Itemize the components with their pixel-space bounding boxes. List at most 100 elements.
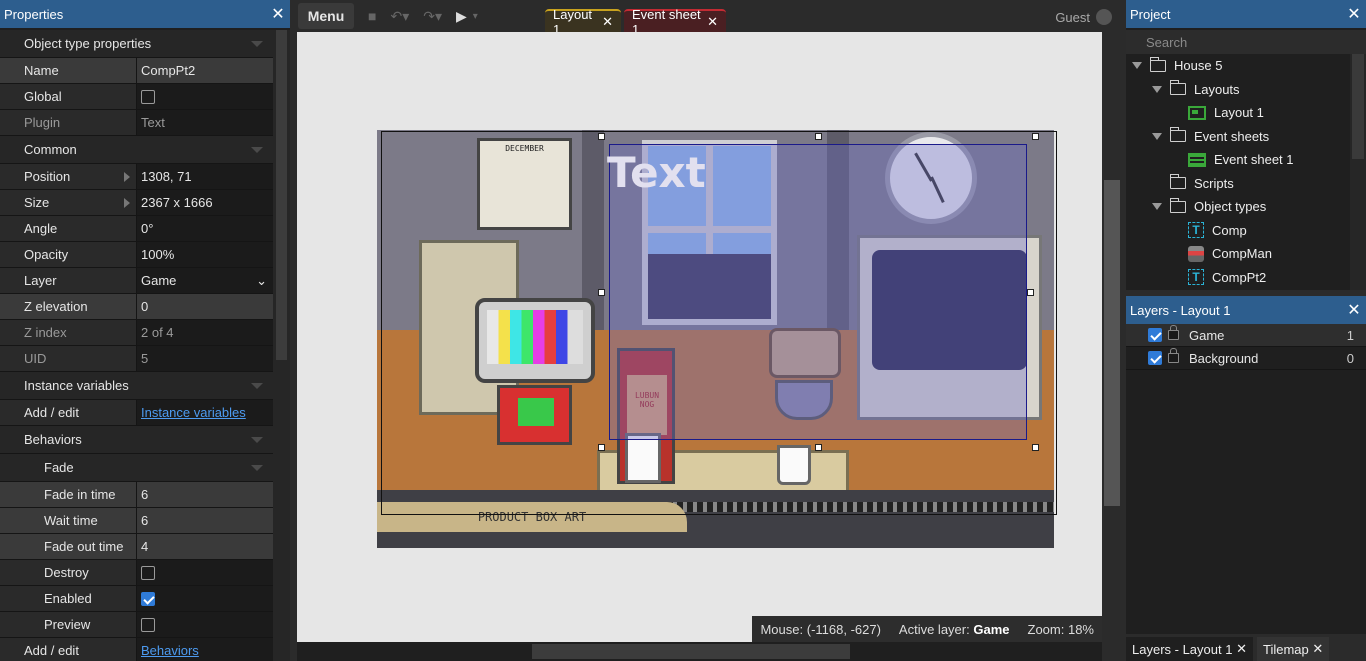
position-field[interactable]: 1308, 71 bbox=[137, 164, 273, 189]
expand-arrow-icon[interactable] bbox=[124, 172, 130, 182]
layer-visible-checkbox[interactable] bbox=[1148, 351, 1162, 365]
global-checkbox[interactable] bbox=[141, 89, 155, 104]
prop-label: Size bbox=[24, 195, 50, 210]
uid-value: 5 bbox=[137, 346, 273, 371]
prop-z-elevation: Z elevation 0 bbox=[0, 294, 273, 320]
layer-select[interactable]: Game ⌄ bbox=[141, 273, 273, 289]
tree-item-event-sheet-1[interactable]: Event sheet 1 bbox=[1126, 148, 1350, 172]
tab-layers[interactable]: Layers - Layout 1 ✕ bbox=[1126, 637, 1253, 661]
expand-triangle-icon[interactable] bbox=[1132, 62, 1142, 70]
user-name: Guest bbox=[1055, 9, 1090, 25]
enabled-checkbox[interactable] bbox=[141, 591, 155, 606]
chevron-down-icon[interactable]: ▾ bbox=[473, 11, 478, 22]
selection-box[interactable] bbox=[381, 131, 1057, 515]
resize-handle[interactable] bbox=[598, 133, 605, 140]
resize-handle[interactable] bbox=[598, 444, 605, 451]
expand-arrow-icon[interactable] bbox=[124, 198, 130, 208]
section-label: Object type properties bbox=[24, 36, 152, 51]
tree-item-comp[interactable]: T Comp bbox=[1126, 219, 1350, 243]
section-instance-vars[interactable]: Instance variables bbox=[0, 372, 273, 400]
close-icon[interactable]: ✕ bbox=[1342, 300, 1366, 320]
play-icon[interactable]: ▶ bbox=[456, 8, 467, 25]
close-icon[interactable]: ✕ bbox=[1342, 4, 1366, 24]
layers-panel: Layers - Layout 1 ✕ Game 1 Background 0 bbox=[1126, 296, 1366, 634]
behaviors-link[interactable]: Behaviors bbox=[141, 643, 199, 658]
close-icon[interactable]: ✕ bbox=[707, 14, 718, 30]
save-icon[interactable]: ■ bbox=[368, 8, 376, 24]
opacity-field[interactable]: 100% bbox=[137, 242, 273, 267]
z-elevation-field[interactable]: 0 bbox=[137, 294, 273, 319]
size-field[interactable]: 2367 x 1666 bbox=[137, 190, 273, 215]
tree-item-layouts[interactable]: Layouts bbox=[1126, 78, 1350, 102]
section-label: Behaviors bbox=[24, 432, 82, 447]
section-object-type[interactable]: Object type properties bbox=[0, 30, 273, 58]
tree-item-root[interactable]: House 5 bbox=[1126, 54, 1350, 78]
lock-icon[interactable] bbox=[1168, 348, 1179, 363]
active-layer-readout: Active layer: Game bbox=[898, 621, 1010, 637]
resize-handle[interactable] bbox=[1027, 289, 1034, 296]
lock-icon[interactable] bbox=[1168, 325, 1179, 340]
resize-handle[interactable] bbox=[598, 289, 605, 296]
prop-label: Preview bbox=[0, 612, 137, 637]
user-account[interactable]: Guest bbox=[1055, 9, 1112, 25]
preview-checkbox[interactable] bbox=[141, 617, 155, 632]
chevron-down-icon: ⌄ bbox=[256, 272, 267, 288]
resize-handle[interactable] bbox=[815, 444, 822, 451]
section-common[interactable]: Common bbox=[0, 136, 273, 164]
tree-item-compman[interactable]: CompMan bbox=[1126, 242, 1350, 266]
tab-layout-1[interactable]: Layout 1 ✕ bbox=[545, 7, 621, 37]
vertical-scrollbar[interactable] bbox=[1102, 32, 1122, 642]
tree-item-comppt2[interactable]: T CompPt2 bbox=[1126, 266, 1350, 290]
expand-triangle-icon[interactable] bbox=[1152, 203, 1162, 211]
prop-fade-out: Fade out time 4 bbox=[0, 534, 273, 560]
redo-icon[interactable]: ↷▾ bbox=[423, 8, 442, 25]
close-icon[interactable]: ✕ bbox=[1312, 641, 1323, 657]
close-icon[interactable]: ✕ bbox=[602, 14, 613, 30]
project-scrollbar[interactable] bbox=[1350, 54, 1366, 290]
layer-visible-checkbox[interactable] bbox=[1148, 328, 1162, 342]
section-fade[interactable]: Fade bbox=[0, 454, 273, 482]
tree-item-event-sheets[interactable]: Event sheets bbox=[1126, 125, 1350, 149]
close-icon[interactable]: ✕ bbox=[266, 4, 290, 24]
expand-triangle-icon[interactable] bbox=[1152, 132, 1162, 140]
prop-name[interactable]: Name CompPt2 bbox=[0, 58, 273, 84]
layer-name: Game bbox=[1189, 327, 1225, 343]
tree-item-object-types[interactable]: Object types bbox=[1126, 195, 1350, 219]
folder-icon bbox=[1170, 174, 1186, 190]
prop-z-index: Z index 2 of 4 bbox=[0, 320, 273, 346]
horizontal-scrollbar[interactable] bbox=[297, 642, 1102, 661]
layer-row-background[interactable]: Background 0 bbox=[1126, 347, 1366, 370]
resize-handle[interactable] bbox=[815, 133, 822, 140]
layers-title: Layers - Layout 1 bbox=[1130, 302, 1231, 318]
tree-item-scripts[interactable]: Scripts bbox=[1126, 172, 1350, 196]
destroy-checkbox[interactable] bbox=[141, 565, 155, 580]
prop-label: Destroy bbox=[0, 560, 137, 585]
tree-item-layout-1[interactable]: Layout 1 bbox=[1126, 101, 1350, 125]
resize-handle[interactable] bbox=[1032, 133, 1039, 140]
tab-tilemap[interactable]: Tilemap ✕ bbox=[1256, 637, 1330, 661]
wait-time-field[interactable]: 6 bbox=[137, 508, 273, 533]
angle-field[interactable]: 0° bbox=[137, 216, 273, 241]
instance-variables-link[interactable]: Instance variables bbox=[141, 405, 246, 420]
resize-handle[interactable] bbox=[1032, 444, 1039, 451]
chevron-down-icon bbox=[251, 41, 263, 47]
tree-label: Layout 1 bbox=[1214, 105, 1264, 121]
layer-row-game[interactable]: Game 1 bbox=[1126, 324, 1366, 347]
fade-in-field[interactable]: 6 bbox=[137, 482, 273, 507]
properties-scrollbar[interactable] bbox=[273, 30, 290, 661]
name-field[interactable]: CompPt2 bbox=[137, 58, 273, 83]
layer-index: 1 bbox=[1346, 327, 1354, 343]
prop-label: Add / edit bbox=[0, 400, 137, 425]
layout-canvas[interactable]: DECEMBER LUBUN NOG PRODUCT BOX ART Text bbox=[297, 32, 1102, 642]
tab-event-sheet-1[interactable]: Event sheet 1 ✕ bbox=[624, 7, 726, 37]
menu-button[interactable]: Menu bbox=[298, 3, 354, 29]
status-bar: Mouse: (-1168, -627) Active layer: Game … bbox=[752, 616, 1102, 642]
properties-header: Properties ✕ bbox=[0, 0, 290, 28]
close-icon[interactable]: ✕ bbox=[1236, 641, 1247, 657]
undo-icon[interactable]: ↶▾ bbox=[390, 8, 409, 25]
fade-out-field[interactable]: 4 bbox=[137, 534, 273, 559]
section-behaviors[interactable]: Behaviors bbox=[0, 426, 273, 454]
expand-triangle-icon[interactable] bbox=[1152, 85, 1162, 93]
folder-icon bbox=[1170, 127, 1186, 143]
search-input[interactable]: Search bbox=[1126, 30, 1366, 54]
